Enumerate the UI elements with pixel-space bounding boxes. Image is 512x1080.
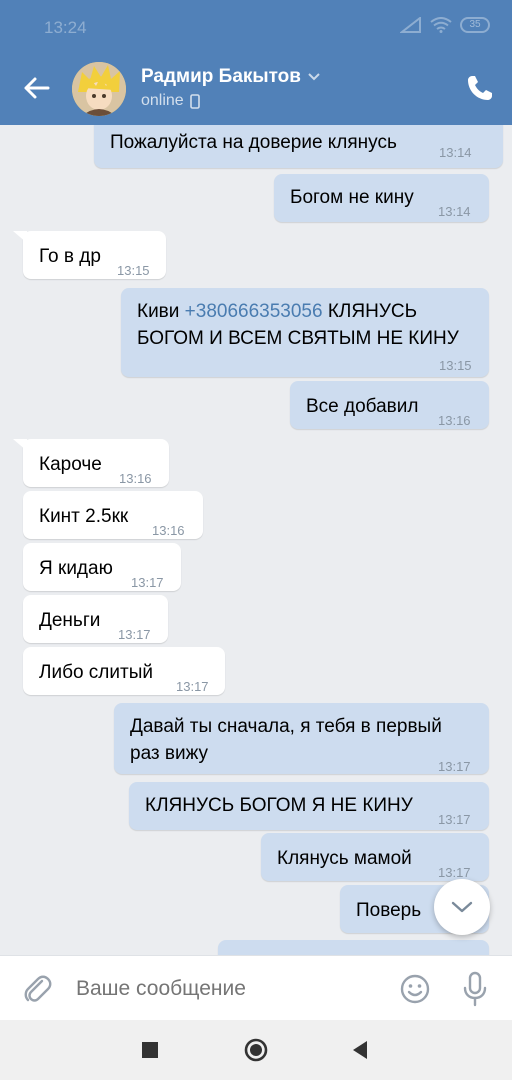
message-input[interactable] (76, 974, 376, 1004)
recents-button[interactable] (136, 1036, 164, 1064)
message-text-line1: Киви +380666353056 КЛЯНУСЬ (137, 298, 417, 325)
message-outgoing[interactable]: Пожалуйста на доверие клянусь 13:14 (94, 125, 503, 168)
message-outgoing[interactable]: КЛЯНУСЬ БОГОМ Я НЕ КИНУ 13:17 (129, 782, 489, 830)
message-time: 13:17 (176, 679, 209, 694)
message-outgoing[interactable]: Клянусь мамой 13:17 (261, 833, 489, 881)
message-text-prefix: Киви (137, 301, 185, 322)
message-text-suffix: КЛЯНУСЬ (322, 301, 418, 322)
message-incoming[interactable]: Либо слитый 13:17 (23, 647, 225, 695)
message-text: Пожалуйста на доверие клянусь (110, 132, 397, 153)
message-time: 13:15 (117, 263, 150, 278)
arrow-left-icon (24, 77, 50, 99)
message-text: Богом не кину (290, 187, 414, 208)
message-time: 13:16 (438, 413, 471, 428)
call-button[interactable] (464, 72, 496, 104)
message-time: 13:17 (118, 627, 151, 642)
message-text: Либо слитый (39, 662, 153, 683)
message-incoming[interactable]: Я кидаю 13:17 (23, 543, 181, 591)
chevron-down-icon (451, 901, 473, 913)
contact-name-text: Радмир Бакытов (141, 66, 301, 87)
message-text: Го в др (39, 246, 101, 267)
message-time: 13:17 (438, 812, 471, 827)
message-time: 13:17 (131, 575, 164, 590)
message-outgoing[interactable]: Все добавил 13:16 (290, 381, 489, 429)
mobile-phone-icon (189, 93, 200, 109)
message-time: 13:14 (439, 145, 472, 160)
message-time: 13:17 (438, 759, 471, 774)
contact-name[interactable]: Радмир Бакытов (141, 66, 321, 88)
status-icons: 35 (400, 17, 490, 33)
online-status-text: online (141, 92, 184, 109)
paperclip-icon (24, 975, 52, 1002)
home-button[interactable] (242, 1036, 270, 1064)
message-text-line2: БОГОМ И ВСЕМ СВЯТЫМ НЕ КИНУ (137, 328, 459, 349)
message-text: Кинт 2.5кк (39, 506, 129, 527)
signal-icon (400, 17, 421, 33)
contact-status: online (141, 92, 200, 110)
message-text-line2: раз вижу (130, 743, 209, 764)
message-outgoing[interactable]: Киви +380666353056 КЛЯНУСЬ БОГОМ И ВСЕМ … (121, 288, 489, 377)
triangle-back-icon (353, 1041, 367, 1059)
message-time: 13:15 (439, 358, 472, 373)
status-time: 13:24 (44, 18, 87, 37)
message-incoming[interactable]: Го в др 13:15 (13, 231, 166, 279)
message-list[interactable]: Пожалуйста на доверие клянусь 13:14 Бого… (0, 125, 512, 955)
square-icon (142, 1042, 158, 1058)
message-outgoing[interactable]: Богом не кину 13:14 (274, 174, 489, 222)
message-text: Кароче (39, 454, 102, 475)
message-incoming[interactable]: Кароче 13:16 (13, 439, 169, 487)
message-text: Все добавил (306, 396, 419, 417)
wifi-icon (430, 17, 452, 33)
scroll-down-button[interactable] (434, 879, 490, 935)
avatar[interactable] (72, 62, 126, 116)
back-button[interactable] (18, 70, 54, 106)
circle-icon (244, 1038, 268, 1062)
message-incoming[interactable]: Кинт 2.5кк 13:16 (23, 491, 203, 539)
smile-icon (400, 974, 430, 1004)
voice-message-button[interactable] (458, 970, 492, 1008)
chevron-down-icon (308, 73, 320, 81)
message-outgoing[interactable] (218, 940, 489, 955)
message-time: 13:14 (438, 204, 471, 219)
phone-icon (468, 76, 492, 100)
microphone-icon (463, 971, 487, 1007)
message-outgoing[interactable]: Давай ты сначала, я тебя в первый раз ви… (114, 703, 489, 774)
message-incoming[interactable]: Деньги 13:17 (23, 595, 168, 643)
status-bar: 13:24 35 (0, 0, 512, 54)
message-text: Клянусь мамой (277, 848, 412, 869)
message-text: Поверь (356, 900, 422, 921)
message-time: 13:16 (152, 523, 185, 538)
battery-icon: 35 (460, 17, 490, 33)
message-text-line1: Давай ты сначала, я тебя в первый (130, 716, 442, 737)
system-navigation-bar (0, 1020, 512, 1080)
message-text: Я кидаю (39, 558, 113, 579)
message-text: КЛЯНУСЬ БОГОМ Я НЕ КИНУ (145, 795, 413, 816)
emoji-button[interactable] (398, 972, 432, 1006)
message-text: Деньги (39, 610, 101, 631)
attach-button[interactable] (20, 972, 54, 1006)
message-composer (0, 955, 512, 1020)
chat-header: 13:24 35 Радмир Бакытов online (0, 0, 512, 125)
message-time: 13:16 (119, 471, 152, 486)
phone-number-link[interactable]: +380666353056 (185, 301, 323, 322)
back-nav-button[interactable] (346, 1036, 374, 1064)
